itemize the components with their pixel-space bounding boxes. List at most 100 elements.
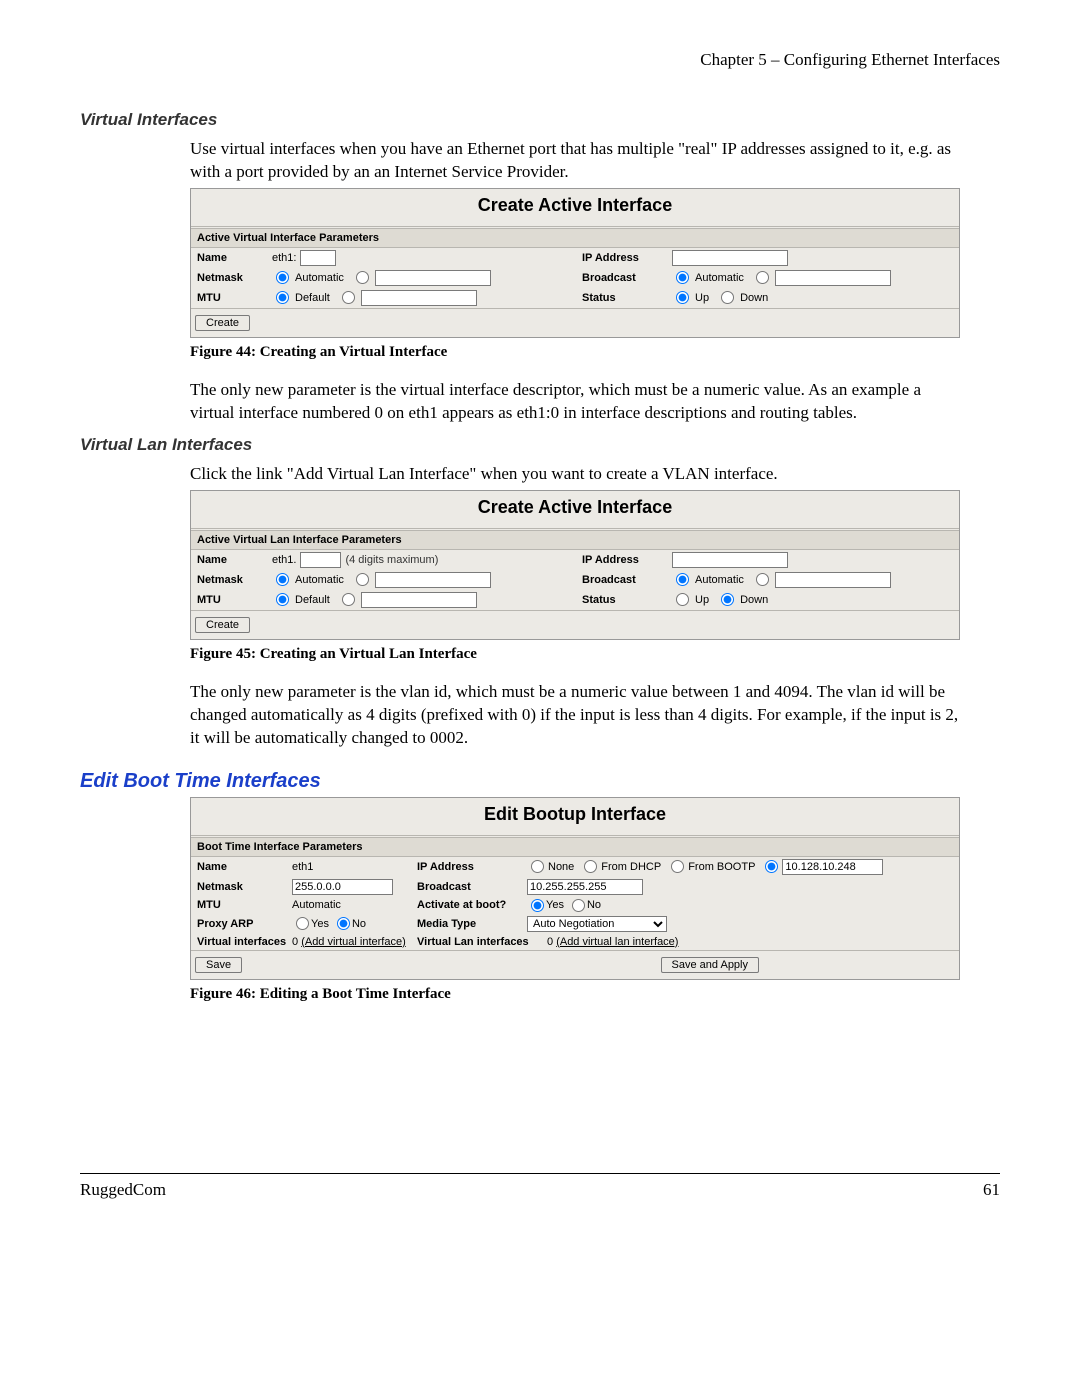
ip-input[interactable] <box>672 552 788 568</box>
label-name: Name <box>197 554 272 566</box>
netmask-auto-radio[interactable] <box>276 271 289 284</box>
label-broadcast: Broadcast <box>582 574 672 586</box>
netmask-auto-label: Automatic <box>295 574 344 586</box>
label-media-type: Media Type <box>417 918 527 930</box>
broadcast-input[interactable] <box>775 270 891 286</box>
ip-input[interactable] <box>672 250 788 266</box>
proxy-no-radio[interactable] <box>337 917 350 930</box>
ip-bootp-radio[interactable] <box>671 860 684 873</box>
netmask-auto-radio[interactable] <box>276 573 289 586</box>
heading-vlan-interfaces: Virtual Lan Interfaces <box>80 435 1000 455</box>
proxy-yes-radio[interactable] <box>296 917 309 930</box>
broadcast-auto-label: Automatic <box>695 272 744 284</box>
vint-count: 0 <box>292 936 298 948</box>
netmask-manual-radio[interactable] <box>356 573 369 586</box>
label-activate: Activate at boot? <box>417 899 527 911</box>
ip-dhcp-radio[interactable] <box>584 860 597 873</box>
para-vlan-intro: Click the link "Add Virtual Lan Interfac… <box>190 463 960 486</box>
label-virtual-lan-interfaces: Virtual Lan interfaces <box>417 936 547 948</box>
name-input[interactable] <box>300 552 341 568</box>
activate-yes-label: Yes <box>546 899 564 911</box>
label-ip: IP Address <box>582 252 672 264</box>
figure-44-screenshot: Create Active Interface Active Virtual I… <box>190 188 960 338</box>
media-type-select[interactable]: Auto Negotiation <box>527 916 667 932</box>
heading-virtual-interfaces: Virtual Interfaces <box>80 110 1000 130</box>
broadcast-input[interactable] <box>775 572 891 588</box>
netmask-input[interactable] <box>375 572 491 588</box>
label-netmask: Netmask <box>197 881 292 893</box>
label-broadcast: Broadcast <box>582 272 672 284</box>
broadcast-auto-radio[interactable] <box>676 573 689 586</box>
netmask-auto-label: Automatic <box>295 272 344 284</box>
name-hint: (4 digits maximum) <box>345 554 438 566</box>
status-down-radio[interactable] <box>721 593 734 606</box>
panel-title: Create Active Interface <box>191 491 959 528</box>
status-up-radio[interactable] <box>676 291 689 304</box>
activate-yes-radio[interactable] <box>531 899 544 912</box>
name-input[interactable] <box>300 250 336 266</box>
create-button[interactable]: Create <box>195 617 250 633</box>
save-button[interactable]: Save <box>195 957 242 973</box>
label-netmask: Netmask <box>197 574 272 586</box>
mtu-value: Automatic <box>292 899 341 911</box>
mtu-default-label: Default <box>295 594 330 606</box>
broadcast-manual-radio[interactable] <box>756 573 769 586</box>
panel-title: Create Active Interface <box>191 189 959 226</box>
netmask-input[interactable] <box>292 879 393 895</box>
broadcast-input[interactable] <box>527 879 643 895</box>
broadcast-auto-label: Automatic <box>695 574 744 586</box>
label-virtual-interfaces: Virtual interfaces <box>197 936 292 948</box>
mtu-input[interactable] <box>361 290 477 306</box>
save-and-apply-button[interactable]: Save and Apply <box>661 957 759 973</box>
proxy-yes-label: Yes <box>311 918 329 930</box>
status-down-radio[interactable] <box>721 291 734 304</box>
status-up-label: Up <box>695 594 709 606</box>
footer-page-number: 61 <box>983 1180 1000 1200</box>
name-prefix: eth1: <box>272 252 296 264</box>
add-virtual-lan-interface-link[interactable]: (Add virtual lan interface) <box>556 936 678 948</box>
mtu-default-radio[interactable] <box>276 593 289 606</box>
para-vint-intro: Use virtual interfaces when you have an … <box>190 138 960 184</box>
add-virtual-interface-link[interactable]: (Add virtual interface) <box>301 936 406 948</box>
mtu-manual-radio[interactable] <box>342 291 355 304</box>
netmask-input[interactable] <box>375 270 491 286</box>
ip-none-label: None <box>548 861 574 873</box>
status-down-label: Down <box>740 594 768 606</box>
status-down-label: Down <box>740 292 768 304</box>
ip-dhcp-label: From DHCP <box>601 861 661 873</box>
label-name: Name <box>197 252 272 264</box>
label-name: Name <box>197 861 292 873</box>
mtu-manual-radio[interactable] <box>342 593 355 606</box>
label-proxy-arp: Proxy ARP <box>197 918 292 930</box>
group-label: Active Virtual Interface Parameters <box>191 228 959 248</box>
netmask-manual-radio[interactable] <box>356 271 369 284</box>
mtu-default-radio[interactable] <box>276 291 289 304</box>
chapter-header: Chapter 5 – Configuring Ethernet Interfa… <box>80 50 1000 70</box>
label-status: Status <box>582 292 672 304</box>
para-vlan-desc: The only new parameter is the vlan id, w… <box>190 681 960 750</box>
broadcast-manual-radio[interactable] <box>756 271 769 284</box>
status-up-radio[interactable] <box>676 593 689 606</box>
ip-static-radio[interactable] <box>765 860 778 873</box>
figure-44-caption: Figure 44: Creating an Virtual Interface <box>190 344 960 361</box>
vlan-count: 0 <box>547 936 553 948</box>
ip-input[interactable] <box>782 859 883 875</box>
mtu-input[interactable] <box>361 592 477 608</box>
label-ip: IP Address <box>417 861 527 873</box>
ip-none-radio[interactable] <box>531 860 544 873</box>
label-broadcast: Broadcast <box>417 881 527 893</box>
broadcast-auto-radio[interactable] <box>676 271 689 284</box>
footer-brand: RuggedCom <box>80 1180 166 1200</box>
mtu-default-label: Default <box>295 292 330 304</box>
label-mtu: MTU <box>197 292 272 304</box>
figure-46-screenshot: Edit Bootup Interface Boot Time Interfac… <box>190 797 960 980</box>
panel-title: Edit Bootup Interface <box>191 798 959 835</box>
create-button[interactable]: Create <box>195 315 250 331</box>
name-value: eth1 <box>292 861 313 873</box>
label-ip: IP Address <box>582 554 672 566</box>
para-vint-desc: The only new parameter is the virtual in… <box>190 379 960 425</box>
label-netmask: Netmask <box>197 272 272 284</box>
activate-no-label: No <box>587 899 601 911</box>
activate-no-radio[interactable] <box>572 899 585 912</box>
proxy-no-label: No <box>352 918 366 930</box>
